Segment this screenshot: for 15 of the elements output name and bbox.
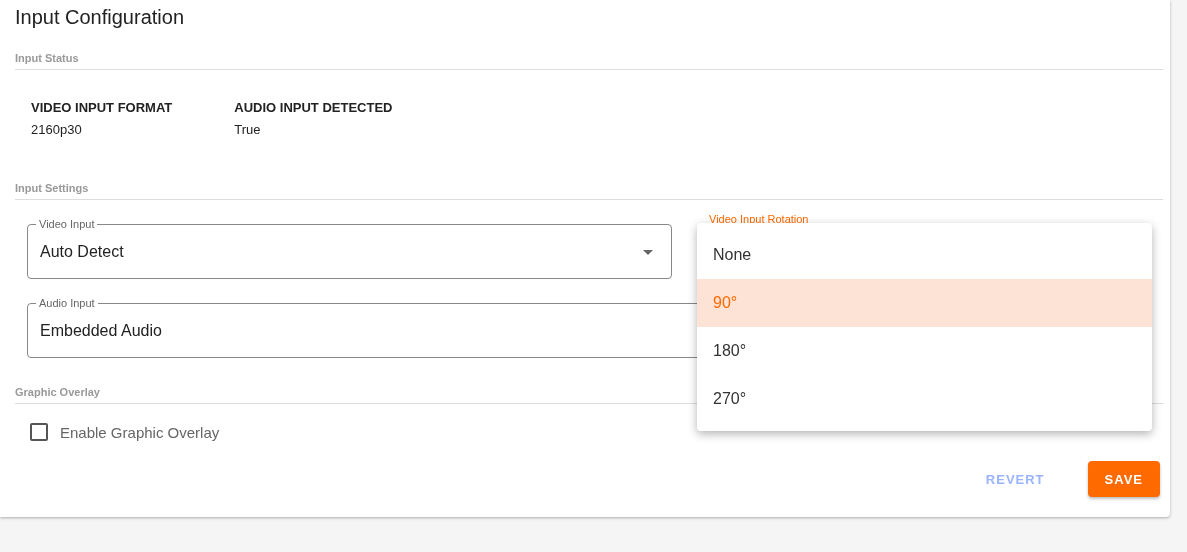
status-value: True — [234, 122, 262, 137]
section-heading: Input Status — [15, 52, 1163, 70]
checkbox-label: Enable Graphic Overlay — [60, 423, 220, 441]
menu-option[interactable]: None — [697, 231, 1152, 279]
checkbox[interactable] — [30, 423, 48, 441]
caret-icon — [643, 250, 653, 255]
field-label: Audio Input — [36, 296, 98, 310]
status-label: AUDIO INPUT DETECTED — [234, 100, 393, 115]
field-label: Video Input — [36, 217, 98, 231]
section-heading: Input Settings — [15, 182, 1163, 200]
field-value: Auto Detect — [40, 242, 124, 261]
page-title: Input Configuration — [15, 5, 185, 30]
status-label: VIDEO INPUT FORMAT — [31, 100, 173, 115]
field-value: Embedded Audio — [40, 321, 162, 340]
status-value: 2160p30 — [31, 122, 83, 137]
